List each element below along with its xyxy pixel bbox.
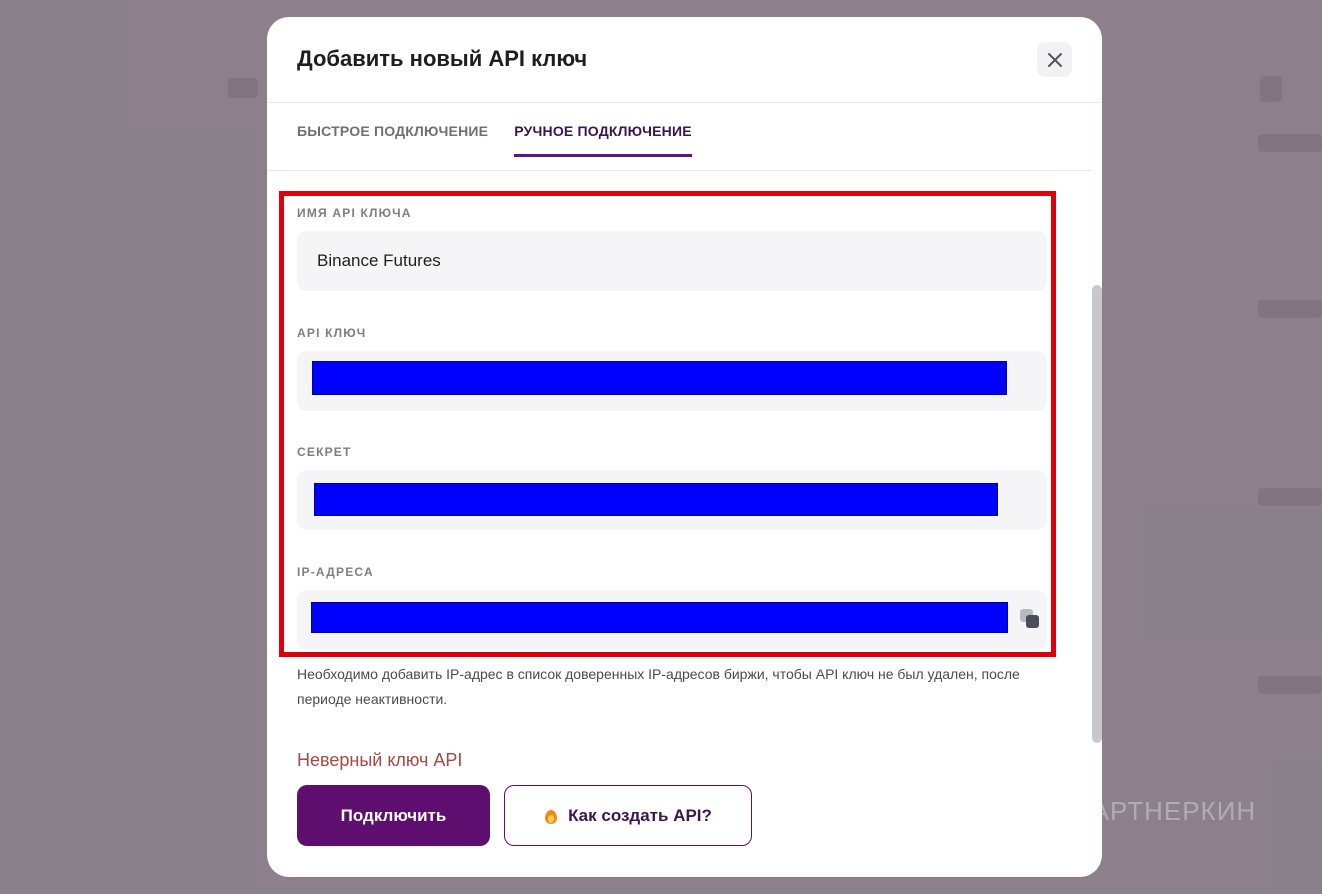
how-to-create-api-button[interactable]: Как создать API? [504, 785, 752, 846]
connect-button[interactable]: Подключить [297, 785, 490, 846]
tab-quick-connect[interactable]: БЫСТРОЕ ПОДКЛЮЧЕНИЕ [297, 123, 488, 157]
ip-addresses-label: IP-АДРЕСА [297, 565, 374, 579]
connection-tabs: БЫСТРОЕ ПОДКЛЮЧЕНИЕ РУЧНОЕ ПОДКЛЮЧЕНИЕ [297, 123, 692, 157]
close-button[interactable] [1037, 42, 1072, 77]
api-key-label: API КЛЮЧ [297, 326, 367, 340]
copy-icon[interactable] [1020, 609, 1042, 631]
redacted-secret [314, 483, 998, 516]
how-to-create-api-label: Как создать API? [568, 805, 712, 825]
redacted-ip-addresses [311, 602, 1008, 633]
modal-scrollbar[interactable] [1092, 285, 1102, 743]
modal-title: Добавить новый API ключ [297, 46, 588, 71]
secret-label: СЕКРЕТ [297, 445, 352, 459]
modal-header: Добавить новый API ключ [267, 17, 1102, 103]
ip-hint-text: Необходимо добавить IP-адрес в список до… [297, 666, 1020, 707]
api-key-name-field[interactable]: Binance Futures [297, 231, 1047, 291]
error-message: Неверный ключ API [297, 750, 463, 770]
tab-manual-connect[interactable]: РУЧНОЕ ПОДКЛЮЧЕНИЕ [514, 123, 692, 157]
api-key-name-label: ИМЯ API КЛЮЧА [297, 206, 412, 220]
api-key-name-value: Binance Futures [317, 251, 441, 270]
tabs-divider [267, 170, 1092, 171]
add-api-key-modal: Добавить новый API ключ БЫСТРОЕ ПОДКЛЮЧЕ… [267, 17, 1102, 877]
redacted-api-key [312, 361, 1007, 395]
fire-icon [544, 807, 558, 825]
close-icon [1047, 52, 1062, 67]
